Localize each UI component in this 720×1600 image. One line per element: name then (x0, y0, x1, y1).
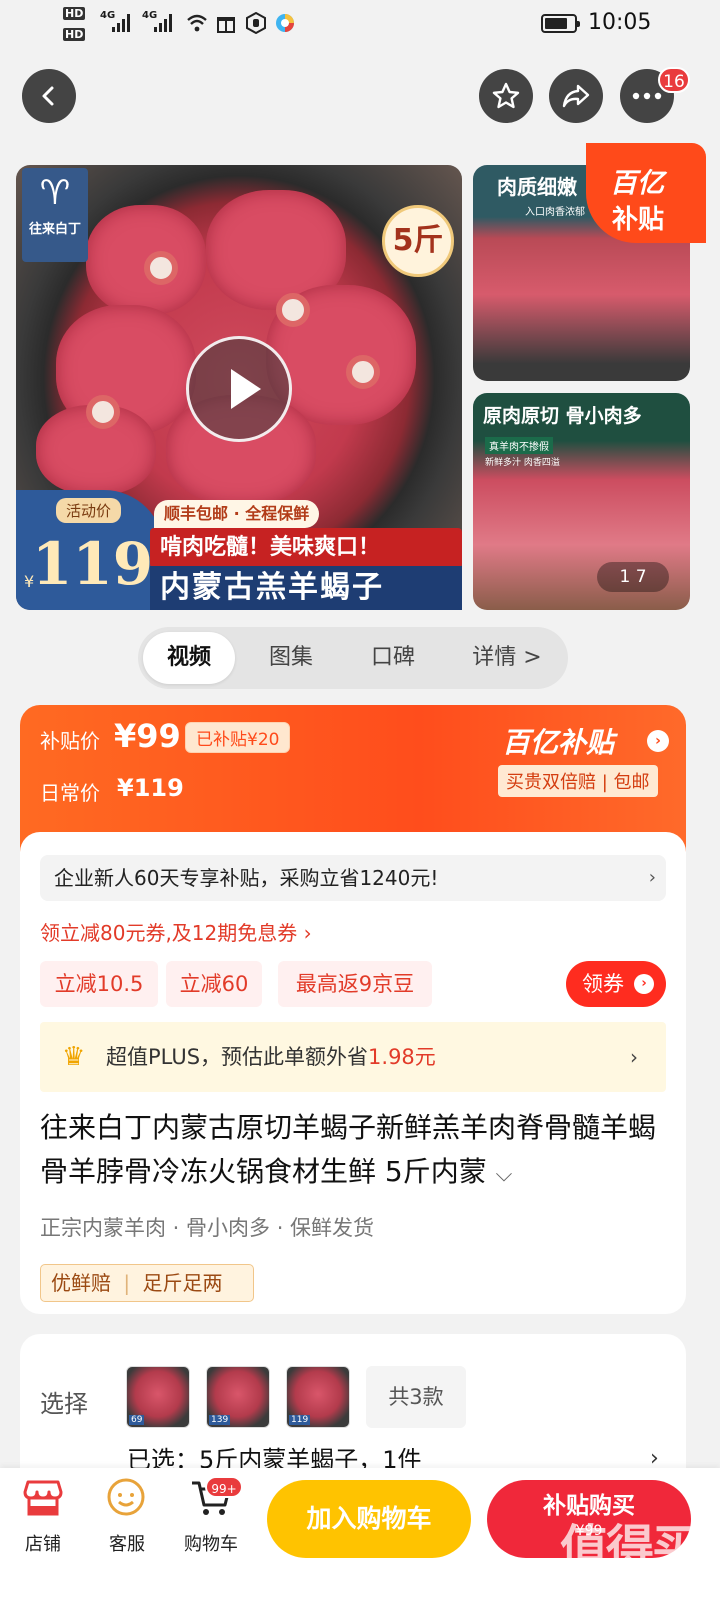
service-tag[interactable]: 优鲜赔 | 足斤足两 (40, 1264, 254, 1302)
store-icon (21, 1476, 65, 1520)
product-title-text: 往来白丁内蒙古原切羊蝎子新鲜羔羊肉脊骨髓羊蝎骨羊脖骨冷冻火锅食材生鲜 5斤内蒙 (40, 1111, 657, 1188)
wifi-icon (186, 12, 208, 34)
weight-badge: 5斤 (382, 205, 454, 277)
media-tabs: 视频 图集 口碑 详情 > (138, 627, 568, 689)
tab-gallery[interactable]: 图集 (248, 632, 334, 684)
select-label: 选择 (40, 1390, 88, 1418)
signal-icon (112, 14, 130, 32)
product-tags: 正宗内蒙羊肉 · 骨小肉多 · 保鲜发货 (40, 1216, 375, 1240)
status-bar: HD HD 4G 4G 10:05 (0, 0, 720, 50)
favorite-button[interactable] (479, 69, 533, 123)
hd-icon: HD (63, 7, 86, 20)
sku-count[interactable]: 共3款 (366, 1366, 466, 1428)
chevron-right-icon: › (634, 974, 654, 994)
subsidy-corner-line1: 百亿 (610, 168, 664, 199)
plus-membership-bar[interactable]: ♛ 超值PLUS，预估此单额外省1.98元 › (40, 1022, 666, 1092)
notification-badge: 16 (658, 67, 690, 93)
image-counter: 1 7 (597, 562, 669, 592)
sku-thumbnail[interactable]: 69 (126, 1366, 190, 1428)
thumbnail-tag: 真羊肉不掺假 (485, 437, 553, 454)
guarantee-tag: 买贵双倍赔 | 包邮 (498, 765, 658, 797)
hand-icon (245, 11, 267, 35)
slogan-banner: 啃肉吃髓！美味爽口！ (150, 528, 462, 568)
cart-badge: 99+ (205, 1476, 243, 1498)
divider: | (123, 1271, 131, 1295)
gift-icon (215, 12, 237, 34)
thumbnail-subcaption: 入口肉香浓郁 (525, 207, 585, 218)
discount-chip[interactable]: 立减10.5 (40, 961, 158, 1007)
discount-chip[interactable]: 最高返9京豆 (278, 961, 432, 1007)
thumbnail-caption: 原肉原切 骨小肉多 (483, 405, 642, 427)
sheep-icon: ♈ (39, 173, 71, 213)
clock: 10:05 (588, 10, 652, 35)
subsidy-corner-line2: 补贴 (612, 205, 665, 235)
play-video-button[interactable] (186, 336, 292, 442)
product-title: 往来白丁内蒙古原切羊蝎子新鲜羔羊肉脊骨髓羊蝎骨羊脖骨冷冻火锅食材生鲜 5斤内蒙 … (40, 1106, 680, 1197)
sku-thumbnail[interactable]: 139 (206, 1366, 270, 1428)
tab-reviews[interactable]: 口碑 (350, 632, 436, 684)
subsidy-program-logo[interactable]: 百亿补贴 (502, 721, 614, 761)
image-title-banner: 内蒙古羔羊蝎子 (150, 566, 462, 610)
subsidy-corner-badge: 百亿 补贴 (586, 143, 706, 243)
sku-price: 69 (129, 1415, 145, 1425)
promo-label: 活动价 (56, 498, 122, 523)
thumbnail-subcaption: 新鲜多汁 肉香四溢 (485, 458, 560, 468)
chevron-right-icon: › (648, 867, 656, 888)
coupon-link[interactable]: 领立减80元券,及12期免息券 › (40, 917, 312, 946)
brand-logo: ♈ 往来白丁 (22, 168, 88, 262)
subsidy-price-value: ¥99 (114, 717, 181, 755)
customer-service-icon (105, 1476, 149, 1520)
app-icon (274, 12, 296, 34)
share-icon (562, 84, 590, 108)
crown-icon: ♛ (62, 1042, 86, 1072)
daily-price-label: 日常价 (40, 781, 100, 805)
store-button[interactable]: 店铺 (10, 1476, 76, 1556)
promo-price-box: 活动价 ¥ 119 (16, 490, 164, 610)
add-to-cart-button[interactable]: 加入购物车 (267, 1480, 471, 1558)
daily-price-value: ¥119 (117, 774, 184, 802)
customer-service-button[interactable]: 客服 (94, 1476, 160, 1556)
subsidy-price-label: 补贴价 (40, 729, 100, 753)
chevron-right-icon: › (630, 1045, 638, 1069)
thumbnail-caption: 肉质细嫩 (497, 175, 577, 199)
tab-details[interactable]: 详情 > (452, 632, 562, 684)
more-dots-icon (632, 92, 662, 100)
service-tag-a: 优鲜赔 (51, 1271, 111, 1295)
plus-amount: 1.98元 (368, 1045, 436, 1069)
battery-icon (541, 14, 580, 33)
signal-icon (154, 14, 172, 32)
get-coupon-button[interactable]: 领券 › (566, 961, 666, 1007)
watermark-url: zhizhizhi.com (564, 1570, 673, 1589)
customer-service-label: 客服 (109, 1534, 145, 1555)
sku-price: 119 (289, 1415, 311, 1425)
back-button[interactable] (22, 69, 76, 123)
plus-text: 超值PLUS，预估此单额外省 (106, 1045, 369, 1069)
promo-price: 119 (32, 530, 154, 598)
tab-video[interactable]: 视频 (143, 632, 235, 684)
sku-price: 139 (209, 1415, 231, 1425)
service-tag-b: 足斤足两 (142, 1271, 223, 1295)
store-label: 店铺 (25, 1534, 61, 1555)
back-arrow-icon (42, 86, 54, 106)
discount-chip[interactable]: 立减60 (166, 961, 262, 1007)
shipping-tag: 顺丰包邮 · 全程保鲜 (154, 500, 320, 528)
hd-icon: HD (63, 28, 86, 41)
subsidized-amount: 已补贴¥20 (185, 722, 291, 753)
brand-name: 往来白丁 (28, 222, 81, 237)
newbie-text: 企业新人60天专享补贴，采购立省1240元! (54, 866, 439, 890)
star-icon (492, 82, 520, 109)
sku-thumbnail[interactable]: 119 (286, 1366, 350, 1428)
chevron-right-icon[interactable]: › (647, 730, 669, 752)
cart-label: 购物车 (184, 1534, 238, 1555)
share-button[interactable] (549, 69, 603, 123)
get-coupon-label: 领券 (582, 972, 624, 996)
chevron-down-icon[interactable]: ⌵ (496, 1162, 513, 1187)
newbie-subsidy-banner[interactable]: 企业新人60天专享补贴，采购立省1240元! › (40, 855, 666, 901)
watermark: 值得买 (560, 1520, 700, 1576)
